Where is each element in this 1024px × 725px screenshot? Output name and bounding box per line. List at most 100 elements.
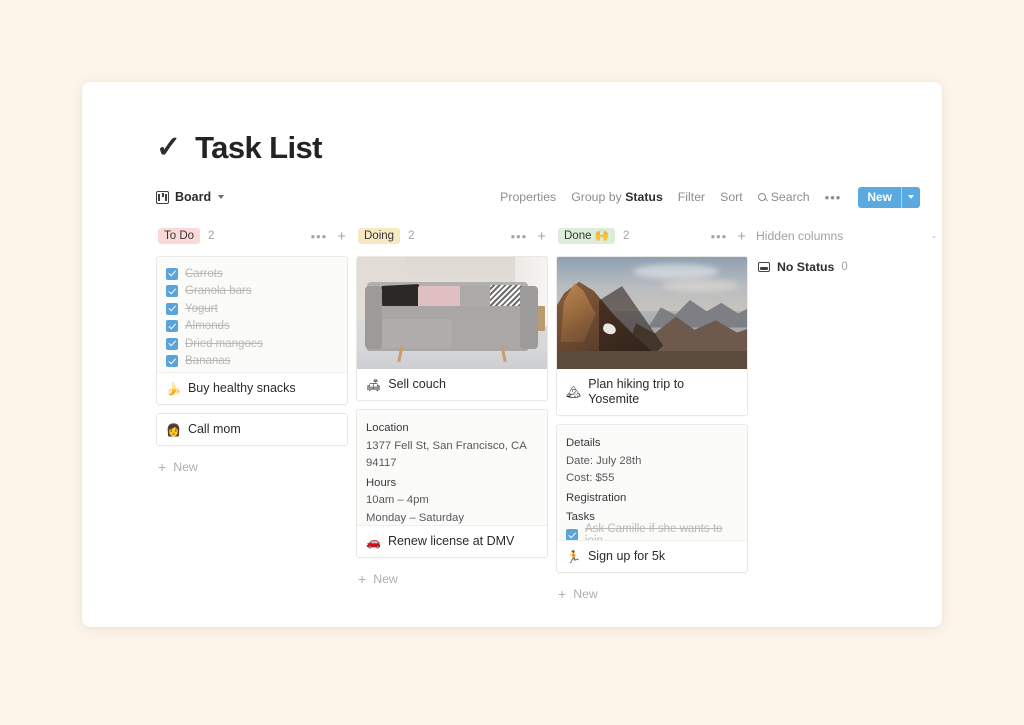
- chevron-down-icon: [218, 195, 225, 199]
- column-add-icon[interactable]: +: [737, 229, 746, 244]
- checkbox-checked-icon[interactable]: [166, 285, 178, 298]
- checkbox-checked-icon[interactable]: [166, 337, 178, 350]
- card-sign-up-5k[interactable]: Details Date: July 28th Cost: $55 Regist…: [556, 424, 748, 573]
- car-icon: 🚗: [366, 534, 381, 549]
- checklist-item[interactable]: Yogurt: [166, 300, 338, 318]
- board-icon: [156, 190, 169, 204]
- detail-text: Date: July 28th: [566, 454, 642, 467]
- card-plan-hiking-trip[interactable]: 🏔 Plan hiking trip to Yosemite: [556, 256, 748, 416]
- new-button-label: New: [867, 190, 892, 204]
- filter-button[interactable]: Filter: [678, 190, 705, 204]
- column-add-icon[interactable]: +: [337, 229, 346, 244]
- group-by-button[interactable]: Group by Status: [571, 190, 663, 204]
- card-sell-couch[interactable]: 🛋 Sell couch: [356, 256, 548, 401]
- new-button[interactable]: New: [858, 186, 920, 208]
- new-button-dropdown[interactable]: [902, 195, 920, 199]
- mountain-icon: 🏔: [566, 385, 582, 399]
- checklist-item[interactable]: Carrots: [166, 265, 338, 283]
- banana-icon: 🍌: [166, 381, 181, 396]
- column-more-icon[interactable]: •••: [711, 229, 728, 244]
- card-details: Details Date: July 28th Cost: $55 Regist…: [557, 425, 747, 541]
- hidden-columns-label: Hidden columns: [756, 229, 844, 243]
- card-title: Sign up for 5k: [587, 549, 666, 563]
- toolbar: Board Properties Group by Status Filter …: [156, 184, 920, 210]
- search-button[interactable]: Search: [757, 190, 810, 204]
- card-title: Plan hiking trip to Yosemite: [588, 377, 685, 406]
- column-to-do: To Do 2 ••• + Carrots Granola bars Yogur…: [156, 224, 348, 480]
- hidden-column-no-status[interactable]: No Status 0: [756, 256, 936, 278]
- detail-heading: Registration: [566, 491, 627, 504]
- card-photo-sofa: [357, 257, 547, 369]
- column-more-icon[interactable]: •••: [511, 229, 528, 244]
- view-selector-label: Board: [175, 190, 212, 204]
- card-photo-mountain: [557, 257, 747, 369]
- card-renew-license[interactable]: Location 1377 Fell St, San Francisco, CA…: [356, 409, 548, 558]
- checklist-item[interactable]: Almonds: [166, 318, 338, 336]
- column-badge-to-do: To Do: [158, 227, 201, 245]
- page-title: Task List: [195, 130, 322, 165]
- column-badge-done: Done 🙌: [558, 227, 616, 245]
- checkbox-checked-icon[interactable]: [166, 355, 178, 368]
- column-more-icon[interactable]: •••: [311, 229, 328, 244]
- add-card-label: New: [573, 587, 598, 601]
- checkbox-checked-icon[interactable]: [166, 267, 178, 280]
- hidden-columns-collapse-icon[interactable]: -: [932, 229, 936, 243]
- group-by-value: Status: [625, 190, 663, 204]
- card-title: Call mom: [187, 422, 241, 436]
- checklist-item[interactable]: Ask Camille if she wants to join: [566, 523, 738, 540]
- detail-text: Monday – Saturday: [366, 511, 464, 524]
- column-header: Done 🙌 2 ••• +: [556, 224, 748, 248]
- page-container: ✓ Task List Board Properties Group by St…: [82, 82, 942, 627]
- more-options-icon[interactable]: •••: [825, 190, 842, 205]
- card-title-row: 🏃 Sign up for 5k: [557, 541, 747, 572]
- hidden-column-count: 0: [841, 261, 848, 273]
- card-details: Location 1377 Fell St, San Francisco, CA…: [357, 410, 547, 526]
- card-buy-healthy-snacks[interactable]: Carrots Granola bars Yogurt Almonds Drie…: [156, 256, 348, 405]
- detail-text: Cost: $55: [566, 472, 615, 484]
- card-checklist: Carrots Granola bars Yogurt Almonds Drie…: [157, 257, 347, 373]
- checklist-item[interactable]: Bananas: [166, 353, 338, 371]
- toolbar-actions: Properties Group by Status Filter Sort S…: [500, 186, 920, 208]
- card-title-row: 👩 Call mom: [157, 414, 347, 445]
- sort-button[interactable]: Sort: [720, 190, 743, 204]
- couch-icon: 🛋: [366, 377, 382, 392]
- add-card-label: New: [373, 572, 398, 586]
- checklist-item[interactable]: Dried mangoes: [166, 335, 338, 353]
- properties-button[interactable]: Properties: [500, 190, 556, 204]
- detail-heading: Location: [366, 422, 409, 434]
- checkbox-checked-icon[interactable]: [166, 302, 178, 315]
- add-card-done[interactable]: + New: [556, 581, 748, 607]
- detail-heading: Details: [566, 437, 601, 449]
- view-selector-board[interactable]: Board: [156, 190, 225, 204]
- add-card-to-do[interactable]: + New: [156, 454, 348, 480]
- runner-icon: 🏃: [566, 549, 581, 564]
- plus-icon: +: [358, 571, 367, 587]
- card-title-row: 🛋 Sell couch: [357, 369, 547, 400]
- column-header: Doing 2 ••• +: [356, 224, 548, 248]
- column-badge-doing: Doing: [358, 227, 401, 245]
- plus-icon: +: [158, 459, 167, 475]
- column-doing: Doing 2 ••• + 🛋 Sell couch Location 1377…: [356, 224, 548, 592]
- add-card-label: New: [173, 460, 198, 474]
- hidden-columns-panel: Hidden columns - No Status 0: [756, 224, 936, 278]
- group-by-prefix: Group by: [571, 190, 622, 204]
- detail-text: 10am – 4pm: [366, 494, 429, 506]
- column-header: To Do 2 ••• +: [156, 224, 348, 248]
- checklist-label: Bananas: [185, 355, 231, 368]
- card-title: Buy healthy snacks: [187, 381, 296, 395]
- checkbox-checked-icon[interactable]: [166, 320, 178, 333]
- checklist-label: Ask Camille if she wants to join: [585, 523, 723, 540]
- checklist-item[interactable]: Granola bars: [166, 283, 338, 301]
- hidden-column-name: No Status: [777, 260, 835, 274]
- card-title: Renew license at DMV: [387, 534, 515, 548]
- add-card-doing[interactable]: + New: [356, 566, 548, 592]
- checkbox-checked-icon[interactable]: [566, 529, 578, 540]
- column-add-icon[interactable]: +: [537, 229, 546, 244]
- card-title-row: 🏔 Plan hiking trip to Yosemite: [557, 369, 747, 415]
- card-title: Sell couch: [388, 377, 446, 391]
- column-count: 2: [623, 230, 630, 242]
- kanban-board: To Do 2 ••• + Carrots Granola bars Yogur…: [156, 224, 936, 607]
- checklist-label: Granola bars: [185, 285, 252, 298]
- chevron-down-icon: [908, 195, 914, 199]
- card-call-mom[interactable]: 👩 Call mom: [156, 413, 348, 446]
